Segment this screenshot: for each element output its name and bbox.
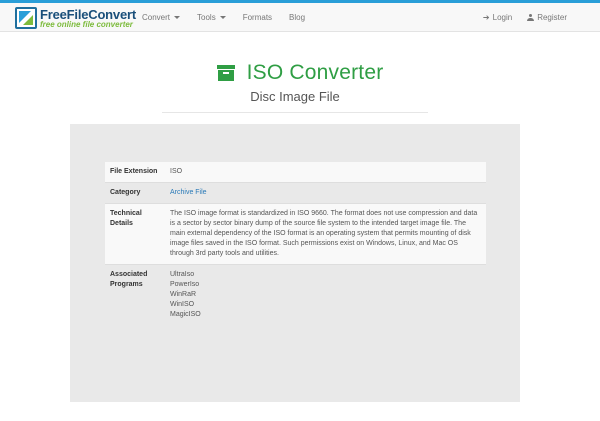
table-row: Associated Programs UltraIso PowerIso Wi…: [105, 264, 486, 325]
page-header: ISO Converter: [0, 59, 600, 87]
program-item: MagicISO: [170, 311, 201, 318]
account-menu: ➔ Login Register: [468, 3, 567, 32]
format-info-panel: File Extension ISO Category Archive File…: [70, 124, 520, 402]
program-item: UltraIso: [170, 271, 195, 278]
associated-programs-list: UltraIso PowerIso WinRaR WinISO MagicISO: [165, 264, 486, 325]
associated-programs-label: Associated Programs: [105, 264, 165, 325]
login-label: Login: [492, 13, 513, 22]
nav-formats[interactable]: Formats: [243, 13, 272, 22]
nav-tools-label: Tools: [197, 13, 216, 22]
nav-convert-label: Convert: [142, 13, 171, 22]
user-icon: [527, 14, 535, 21]
brand-name: FreeFileConvert: [40, 6, 136, 22]
technical-details-label: Technical Details: [105, 203, 165, 265]
archive-icon: [216, 65, 235, 81]
nav-blog[interactable]: Blog: [289, 13, 305, 22]
category-label: Category: [105, 182, 165, 204]
register-link[interactable]: Register: [527, 13, 567, 22]
page-title: ISO Converter: [246, 61, 384, 84]
table-row: Category Archive File: [105, 182, 486, 204]
category-link[interactable]: Archive File: [170, 189, 207, 196]
logo-icon: [15, 7, 37, 29]
page-subtitle: Disc Image File: [162, 89, 428, 113]
program-item: PowerIso: [170, 281, 200, 288]
table-row: File Extension ISO: [105, 162, 486, 183]
brand-tagline: free online file converter: [40, 19, 133, 29]
file-extension-value: ISO: [165, 162, 486, 183]
format-info-table: File Extension ISO Category Archive File…: [105, 162, 486, 325]
chevron-down-icon: [174, 16, 181, 19]
program-item: WinISO: [170, 301, 195, 308]
register-label: Register: [537, 13, 567, 22]
nav-formats-label: Formats: [242, 13, 273, 22]
technical-details-text: The ISO image format is standardized in …: [165, 203, 486, 265]
nav-convert[interactable]: Convert: [142, 13, 181, 22]
nav-blog-label: Blog: [289, 13, 306, 22]
table-row: Technical Details The ISO image format i…: [105, 203, 486, 265]
file-extension-label: File Extension: [105, 162, 165, 183]
brand-logo[interactable]: FreeFileConvert free online file convert…: [15, 6, 136, 30]
login-icon: ➔: [482, 13, 490, 22]
program-item: WinRaR: [170, 291, 197, 298]
nav-tools[interactable]: Tools: [197, 13, 226, 22]
main-menu: Convert Tools Formats Blog: [142, 3, 322, 32]
login-link[interactable]: ➔ Login: [483, 13, 512, 22]
navbar: FreeFileConvert free online file convert…: [0, 3, 600, 32]
chevron-down-icon: [219, 16, 226, 19]
